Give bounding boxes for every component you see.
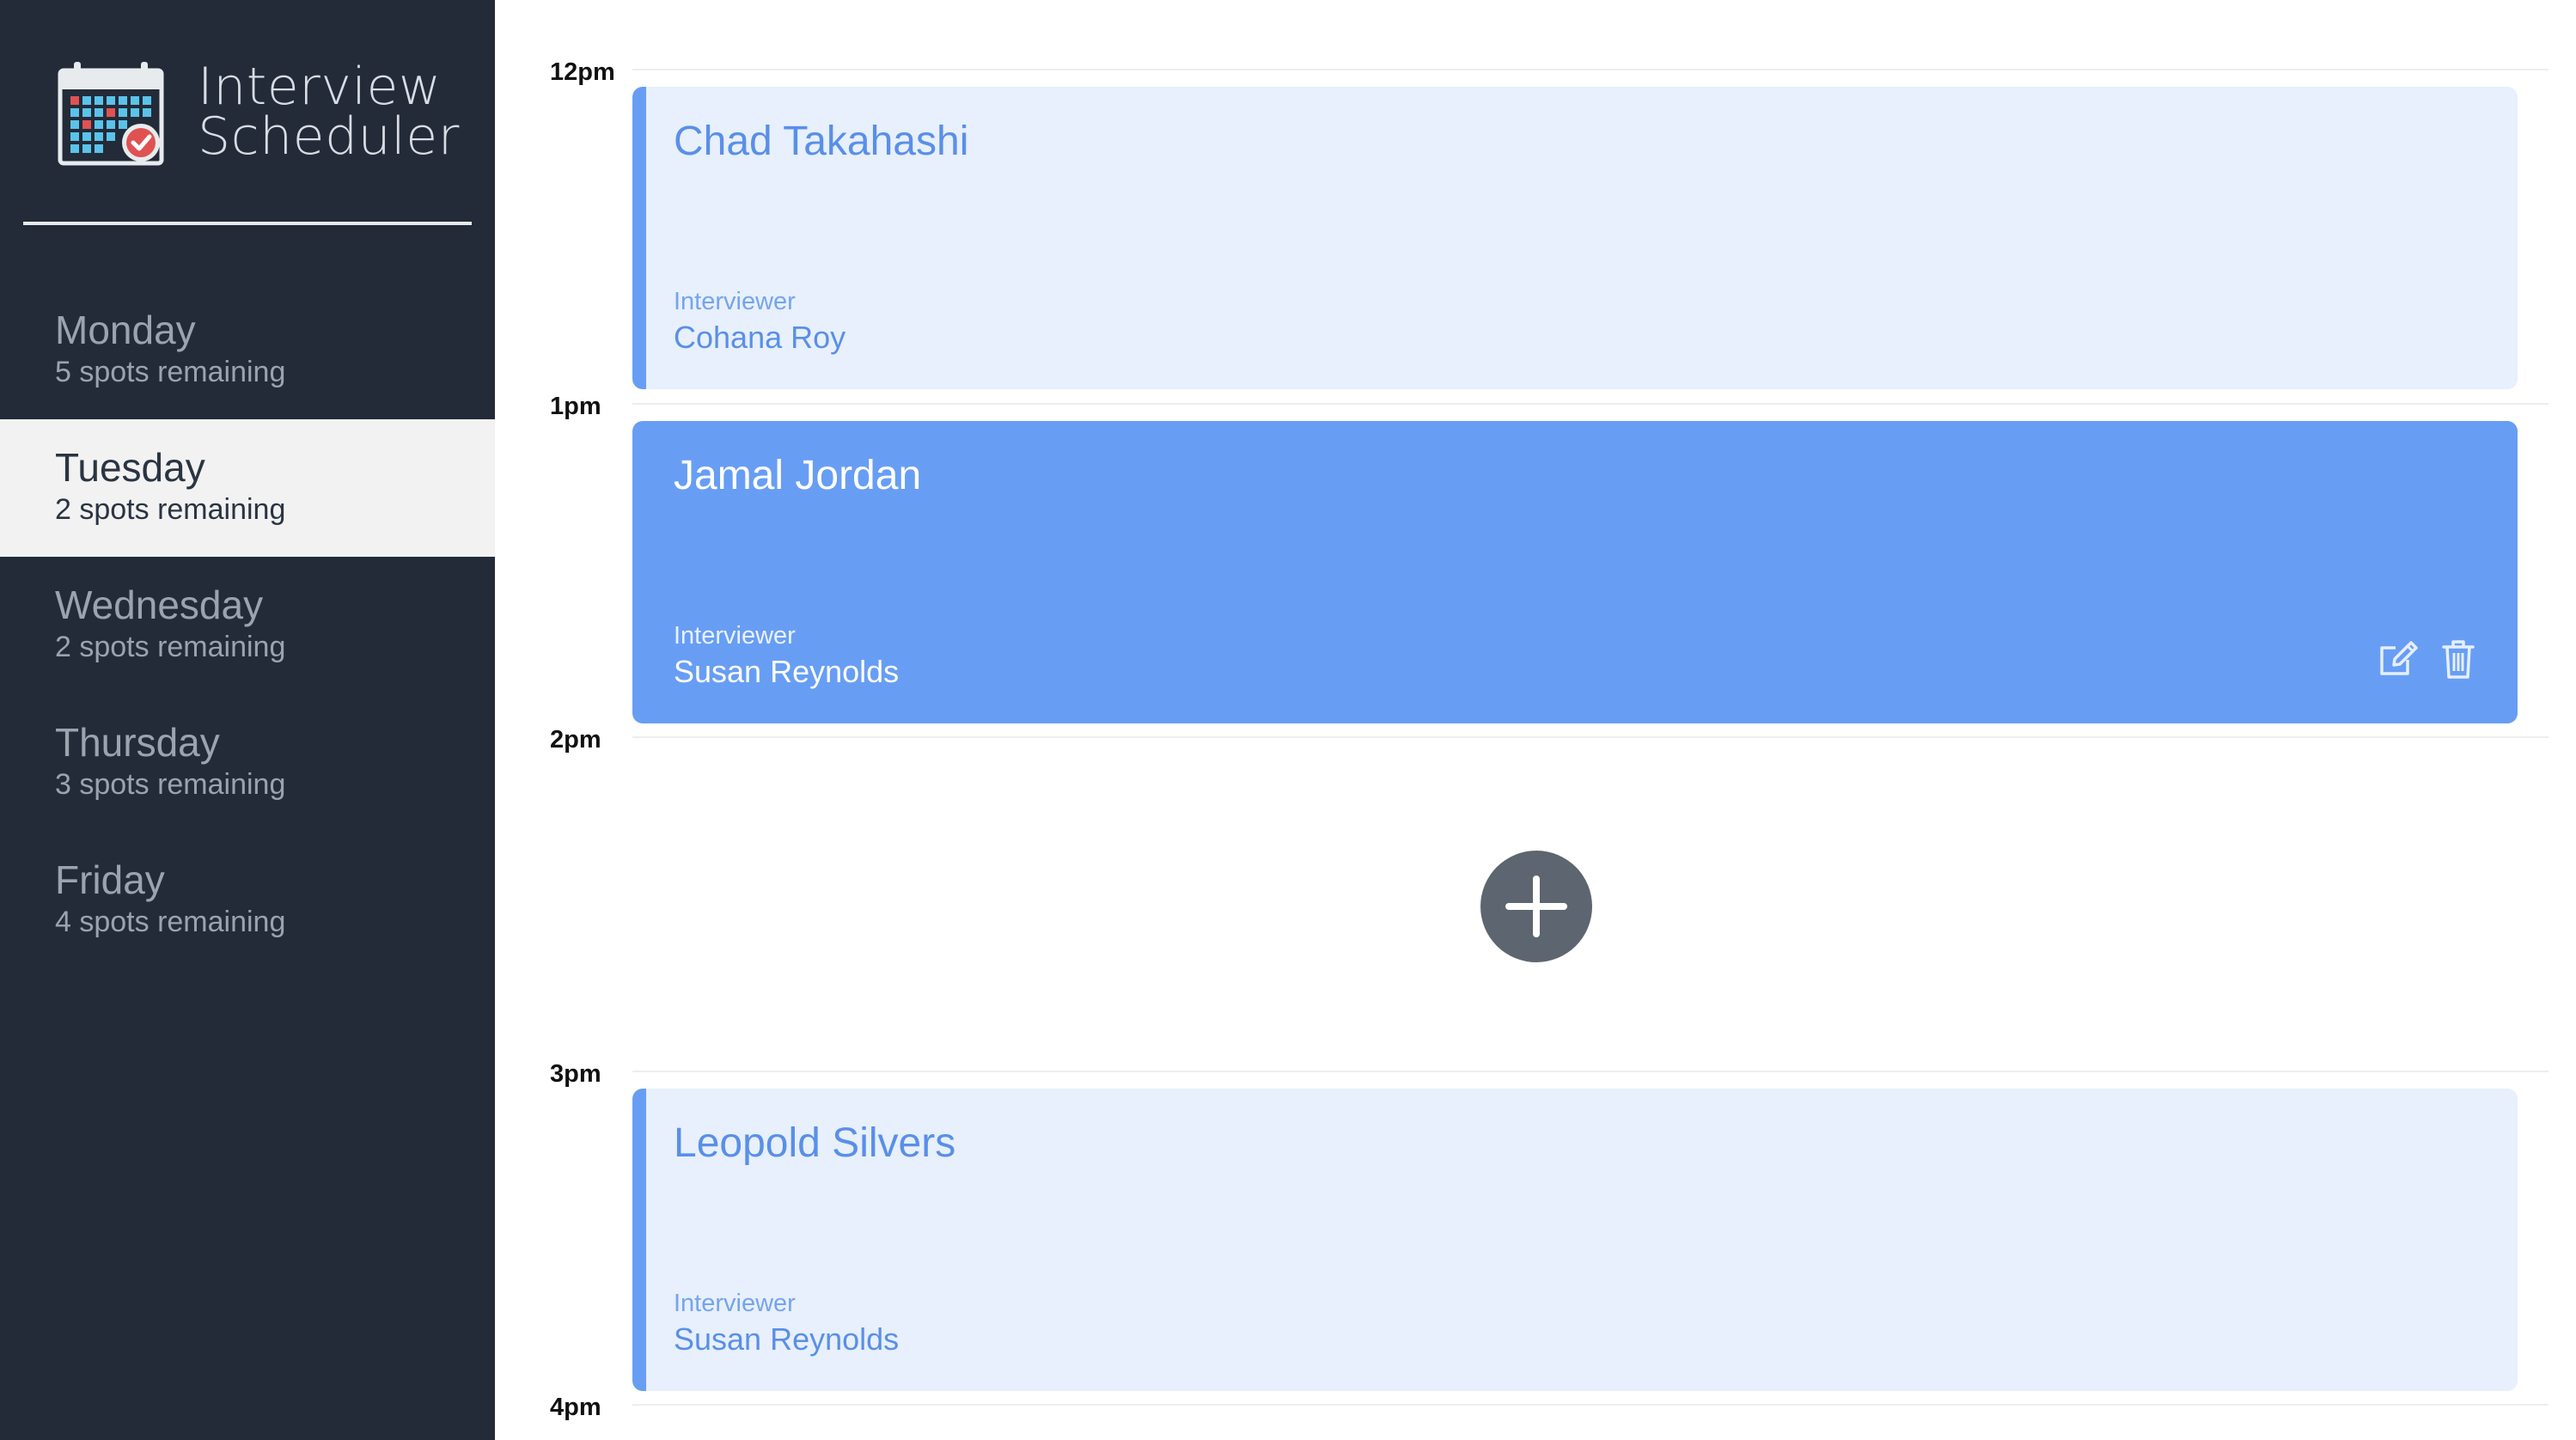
hour-label: 12pm: [550, 58, 615, 86]
edit-icon[interactable]: [2377, 638, 2420, 680]
hour-row: 3pm: [495, 1059, 2576, 1093]
day-spots: 2 spots remaining: [55, 631, 286, 663]
day-item-monday[interactable]: Monday 5 spots remaining: [0, 282, 495, 419]
day-spots: 2 spots remaining: [55, 493, 286, 526]
interviewer-label: Interviewer: [674, 288, 796, 315]
student-name: Chad Takahashi: [674, 119, 969, 164]
interviewer-label: Interviewer: [674, 1290, 796, 1317]
hour-divider: [632, 403, 2549, 405]
hour-divider: [632, 1404, 2549, 1406]
trash-icon[interactable]: [2437, 638, 2480, 680]
day-spots: 4 spots remaining: [55, 906, 286, 938]
hour-label: 4pm: [550, 1394, 601, 1421]
hour-label: 1pm: [550, 393, 601, 420]
day-name: Tuesday: [55, 445, 205, 490]
day-item-thursday[interactable]: Thursday 3 spots remaining: [0, 694, 495, 832]
appointment-card-selected[interactable]: Jamal Jordan Interviewer Susan Reynolds: [632, 421, 2518, 723]
hour-row: 12pm: [495, 57, 2576, 91]
appointment-card[interactable]: Leopold Silvers Interviewer Susan Reynol…: [632, 1089, 2518, 1391]
day-name: Wednesday: [55, 583, 264, 627]
day-name: Thursday: [55, 720, 220, 765]
interviewer-name: Susan Reynolds: [674, 654, 900, 689]
day-name: Monday: [55, 308, 196, 352]
day-item-friday[interactable]: Friday 4 spots remaining: [0, 832, 495, 969]
appointment-card[interactable]: Chad Takahashi Interviewer Cohana Roy: [632, 87, 2518, 389]
plus-icon: [1505, 876, 1567, 937]
hour-row: 2pm: [495, 724, 2576, 759]
hour-label: 2pm: [550, 726, 601, 754]
calendar-check-icon: [58, 62, 164, 166]
schedule: 12pm 1pm 2pm 3pm 4pm Chad Takahashi Inte…: [495, 0, 2576, 1440]
interviewer-name: Susan Reynolds: [674, 1321, 900, 1357]
app-brand: Interview Scheduler: [57, 60, 478, 172]
hour-divider: [632, 1071, 2549, 1072]
app-title-line2: Scheduler: [198, 107, 460, 167]
student-name: Leopold Silvers: [674, 1120, 956, 1166]
hour-divider: [632, 69, 2549, 70]
app-title: Interview Scheduler: [198, 57, 460, 167]
hour-label: 3pm: [550, 1060, 601, 1088]
day-name: Friday: [55, 857, 165, 902]
sidebar-divider: [23, 222, 472, 225]
appointment-actions: [2377, 638, 2480, 680]
sidebar: Interview Scheduler Monday 5 spots remai…: [0, 0, 495, 1440]
hour-divider: [632, 736, 2549, 738]
day-spots: 5 spots remaining: [55, 356, 286, 388]
hour-row: 1pm: [495, 391, 2576, 425]
interviewer-name: Cohana Roy: [674, 320, 846, 355]
app-title-line1: Interview: [198, 57, 442, 117]
interviewer-label: Interviewer: [674, 622, 796, 650]
add-appointment-button[interactable]: [1480, 851, 1592, 962]
day-item-tuesday[interactable]: Tuesday 2 spots remaining: [0, 419, 495, 557]
hour-row: 4pm: [495, 1392, 2576, 1426]
day-list: Monday 5 spots remaining Tuesday 2 spots…: [0, 282, 495, 969]
day-spots: 3 spots remaining: [55, 768, 286, 801]
day-item-wednesday[interactable]: Wednesday 2 spots remaining: [0, 557, 495, 694]
student-name: Jamal Jordan: [674, 453, 922, 498]
